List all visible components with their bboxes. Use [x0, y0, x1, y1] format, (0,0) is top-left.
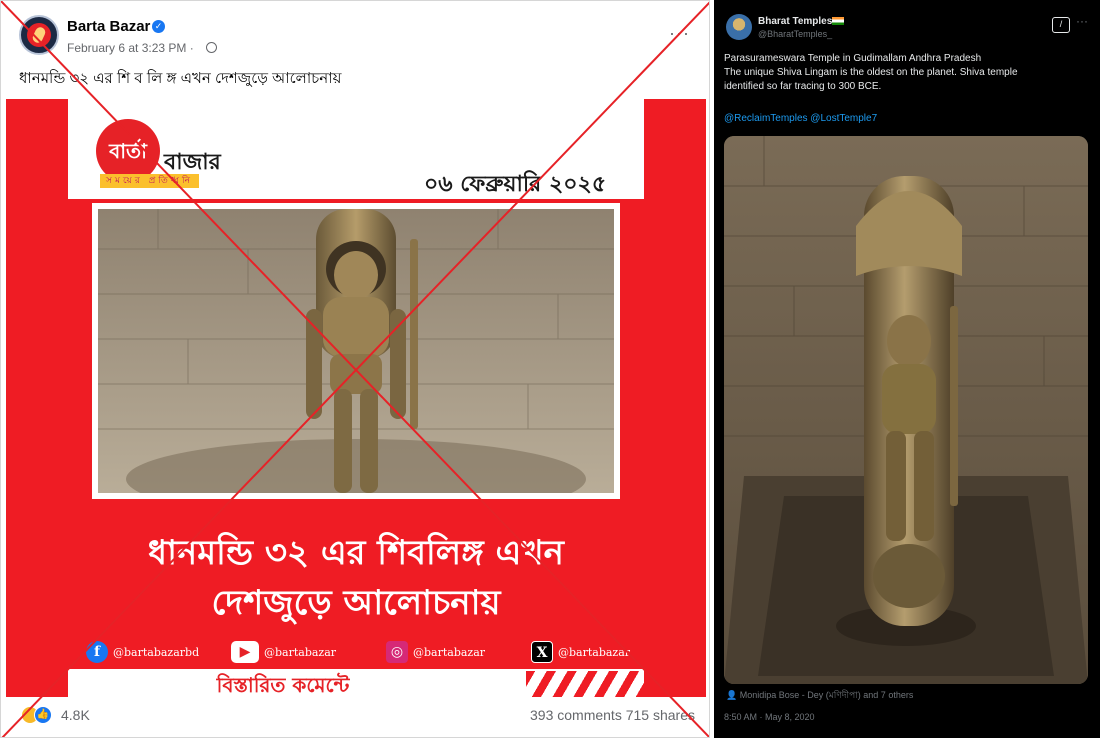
post-timestamp[interactable]: 8:50 AM · May 8, 2020: [724, 712, 815, 722]
tagged-text: Monidipa Bose - Dey (মণিদীপা) and 7 othe…: [739, 690, 914, 700]
social-handle: @bartabazar: [264, 645, 337, 659]
like-reaction-icon: 👍: [34, 706, 52, 724]
idol-photo: [92, 203, 620, 499]
comment-cta: বিস্তারিত কমেন্টে: [216, 673, 350, 697]
more-options-icon[interactable]: ···: [1076, 14, 1088, 28]
headline-line-1: ধানমন্ডি ৩২ এর শিবলিঙ্গ এখন: [148, 533, 564, 573]
decorative-stripes: [526, 671, 644, 697]
mention-link[interactable]: @ReclaimTemples: [724, 113, 808, 124]
post-text-line-2: The unique Shiva Lingam is the oldest on…: [724, 67, 1018, 78]
x-icon: X: [531, 641, 553, 663]
user-handle[interactable]: @BharatTemples_: [758, 29, 832, 39]
page-name[interactable]: Barta Bazar: [67, 18, 150, 35]
social-x: X @bartabazar: [531, 639, 630, 665]
engagement-stats: 393 comments 715 shares: [530, 707, 695, 723]
verified-badge-icon: ✓: [152, 20, 165, 33]
post-caption: ধানমন্ডি ৩২ এর শি ব লি ঙ্গ এখন দেশজুড়ে …: [19, 70, 342, 87]
instagram-icon: ◎: [386, 641, 408, 663]
mentions: @ReclaimTemples @LostTemple7: [724, 112, 1090, 126]
reaction-count[interactable]: 4.8K: [61, 707, 90, 723]
headline-line-2: দেশজুড়ে আলোচনায়: [211, 583, 501, 623]
post-text-line-1: Parasurameswara Temple in Gudimallam And…: [724, 53, 982, 64]
image-date: ০৬ ফেব্রুয়ারি ২০২৫: [424, 172, 607, 197]
facebook-icon: f: [86, 641, 108, 663]
more-options-icon[interactable]: ···: [669, 23, 690, 44]
profile-avatar[interactable]: [726, 14, 752, 40]
tagged-people[interactable]: 👤 Monidipa Bose - Dey (মণিদীপা) and 7 ot…: [726, 688, 913, 703]
person-icon: 👤: [726, 690, 740, 700]
post-timestamp[interactable]: February 6 at 3:23 PM ·: [67, 41, 194, 55]
social-handle: @bartabazar: [413, 645, 486, 659]
post-text-line-3: identified so far tracing to 300 BCE.: [724, 81, 882, 92]
lingam-photo[interactable]: [724, 136, 1088, 684]
x-post: Bharat Temples @BharatTemples_ / ··· Par…: [714, 0, 1100, 738]
display-name[interactable]: Bharat Temples: [758, 16, 832, 27]
comments-count[interactable]: 393 comments: [530, 707, 622, 723]
social-instagram: ◎ @bartabazar: [386, 639, 485, 665]
india-flag-icon: [832, 17, 844, 25]
post-image[interactable]: বার্তা বাজার সময়ের প্রতিধ্বনি ০৬ ফেব্রু…: [6, 99, 706, 697]
social-handle: @bartabazar: [558, 645, 631, 659]
page-avatar[interactable]: [19, 15, 59, 55]
mention-link[interactable]: @LostTemple7: [810, 113, 877, 124]
grok-icon[interactable]: /: [1052, 17, 1070, 33]
reaction-icons[interactable]: 👍: [21, 706, 55, 724]
logo-tagline: সময়ের প্রতিধ্বনি: [100, 174, 199, 188]
shares-count[interactable]: 715 shares: [626, 707, 695, 723]
social-youtube: ▶ @bartabazar: [231, 639, 336, 665]
social-handle: @bartabazarbd: [113, 645, 200, 659]
globe-icon: [206, 42, 217, 53]
social-facebook: f @bartabazarbd: [86, 639, 199, 665]
youtube-icon: ▶: [231, 641, 259, 663]
facebook-post: Barta Bazar ✓ February 6 at 3:23 PM · ··…: [0, 0, 710, 738]
